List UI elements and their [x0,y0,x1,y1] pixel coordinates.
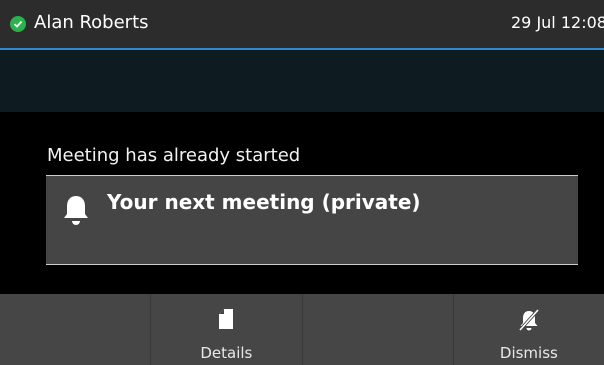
softkey-bar: Details Dismiss [0,294,604,365]
presence-available-icon [10,16,26,32]
notification-title: Meeting has already started [47,145,301,166]
dismiss-button[interactable]: Dismiss [454,294,604,365]
status-bar: Alan Roberts 29 Jul 12:08 [0,0,604,50]
meeting-title: Your next meeting (private) [107,190,421,214]
bell-off-icon [517,308,541,336]
details-label: Details [200,344,253,362]
dismiss-label: Dismiss [499,344,558,362]
document-icon [218,308,234,334]
bell-icon [62,194,90,232]
date-time: 29 Jul 12:08 [511,13,604,32]
softkey-empty-1[interactable] [0,294,152,365]
user-name: Alan Roberts [34,12,149,33]
details-button[interactable]: Details [151,294,303,365]
softkey-empty-2[interactable] [303,294,454,365]
meeting-notification[interactable]: Your next meeting (private) [46,175,578,265]
header-band [0,50,604,112]
